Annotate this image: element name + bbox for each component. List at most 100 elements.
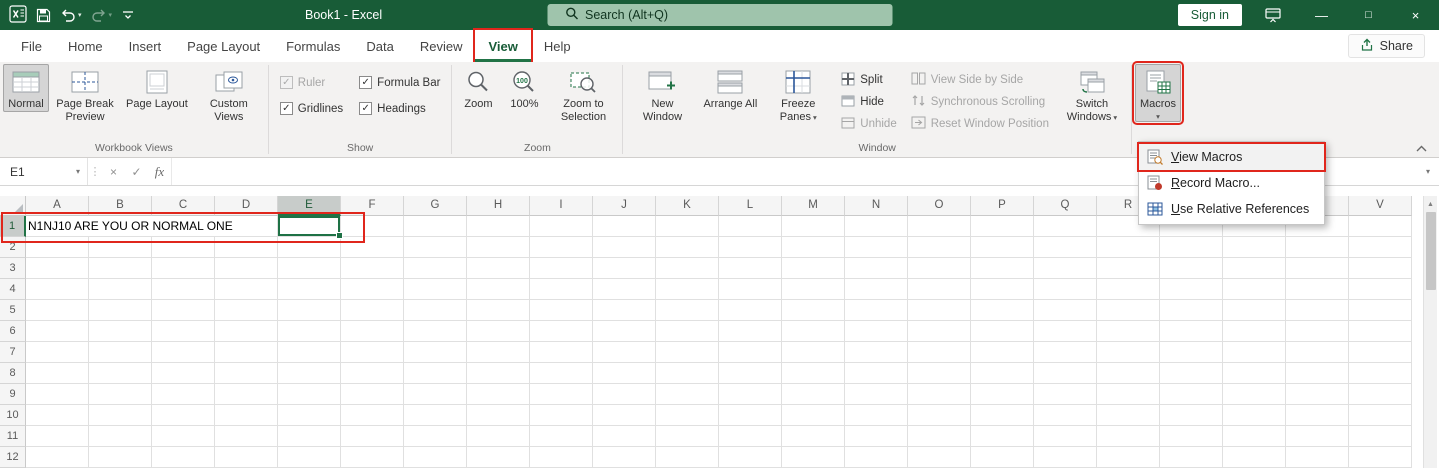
cell-B3[interactable] bbox=[89, 258, 152, 279]
row-header-1[interactable]: 1 bbox=[0, 216, 26, 237]
name-box-caret-icon[interactable]: ▾ bbox=[76, 167, 87, 176]
cell-B2[interactable] bbox=[89, 237, 152, 258]
cell-J1[interactable] bbox=[593, 216, 656, 237]
cell-U2[interactable] bbox=[1286, 237, 1349, 258]
cell-J4[interactable] bbox=[593, 279, 656, 300]
cell-Q9[interactable] bbox=[1034, 384, 1097, 405]
cell-C8[interactable] bbox=[152, 363, 215, 384]
cell-M1[interactable] bbox=[782, 216, 845, 237]
cell-D7[interactable] bbox=[215, 342, 278, 363]
column-header-M[interactable]: M bbox=[782, 196, 845, 216]
cell-V4[interactable] bbox=[1349, 279, 1412, 300]
cell-H11[interactable] bbox=[467, 426, 530, 447]
cell-K8[interactable] bbox=[656, 363, 719, 384]
column-header-F[interactable]: F bbox=[341, 196, 404, 216]
cell-F11[interactable] bbox=[341, 426, 404, 447]
cell-Q11[interactable] bbox=[1034, 426, 1097, 447]
cell-D12[interactable] bbox=[215, 447, 278, 468]
column-header-I[interactable]: I bbox=[530, 196, 593, 216]
cell-N11[interactable] bbox=[845, 426, 908, 447]
tab-file[interactable]: File bbox=[8, 30, 55, 62]
cell-Q6[interactable] bbox=[1034, 321, 1097, 342]
cell-F10[interactable] bbox=[341, 405, 404, 426]
cell-P2[interactable] bbox=[971, 237, 1034, 258]
cell-E2[interactable] bbox=[278, 237, 341, 258]
cell-K7[interactable] bbox=[656, 342, 719, 363]
vertical-scrollbar[interactable]: ▲ bbox=[1423, 196, 1437, 468]
cell-F8[interactable] bbox=[341, 363, 404, 384]
cell-V6[interactable] bbox=[1349, 321, 1412, 342]
cell-A1[interactable]: N1NJ10 ARE YOU OR NORMAL ONE bbox=[26, 216, 236, 237]
cell-B12[interactable] bbox=[89, 447, 152, 468]
cell-V2[interactable] bbox=[1349, 237, 1412, 258]
cell-H5[interactable] bbox=[467, 300, 530, 321]
cell-C2[interactable] bbox=[152, 237, 215, 258]
cell-F7[interactable] bbox=[341, 342, 404, 363]
tab-home[interactable]: Home bbox=[55, 30, 116, 62]
cell-D11[interactable] bbox=[215, 426, 278, 447]
cell-Q4[interactable] bbox=[1034, 279, 1097, 300]
cell-M4[interactable] bbox=[782, 279, 845, 300]
cell-F4[interactable] bbox=[341, 279, 404, 300]
cell-O6[interactable] bbox=[908, 321, 971, 342]
cell-B9[interactable] bbox=[89, 384, 152, 405]
save-button[interactable] bbox=[36, 8, 51, 23]
cell-K2[interactable] bbox=[656, 237, 719, 258]
cell-I11[interactable] bbox=[530, 426, 593, 447]
cell-A2[interactable] bbox=[26, 237, 89, 258]
cell-K6[interactable] bbox=[656, 321, 719, 342]
cell-E7[interactable] bbox=[278, 342, 341, 363]
macros-button[interactable]: Macros ▾ bbox=[1131, 61, 1185, 125]
cell-H8[interactable] bbox=[467, 363, 530, 384]
checkbox-headings[interactable]: ✓ Headings bbox=[359, 102, 440, 115]
cell-P3[interactable] bbox=[971, 258, 1034, 279]
cell-J2[interactable] bbox=[593, 237, 656, 258]
column-header-C[interactable]: C bbox=[152, 196, 215, 216]
cell-Q12[interactable] bbox=[1034, 447, 1097, 468]
cell-L10[interactable] bbox=[719, 405, 782, 426]
cell-P6[interactable] bbox=[971, 321, 1034, 342]
cell-T4[interactable] bbox=[1223, 279, 1286, 300]
cell-R3[interactable] bbox=[1097, 258, 1160, 279]
cell-A11[interactable] bbox=[26, 426, 89, 447]
cell-B4[interactable] bbox=[89, 279, 152, 300]
cell-I9[interactable] bbox=[530, 384, 593, 405]
cell-S11[interactable] bbox=[1160, 426, 1223, 447]
cell-K1[interactable] bbox=[656, 216, 719, 237]
cell-C11[interactable] bbox=[152, 426, 215, 447]
cell-H7[interactable] bbox=[467, 342, 530, 363]
cell-J8[interactable] bbox=[593, 363, 656, 384]
cell-V11[interactable] bbox=[1349, 426, 1412, 447]
formula-bar-expand-icon[interactable]: ▾ bbox=[1417, 158, 1439, 185]
cell-L5[interactable] bbox=[719, 300, 782, 321]
cell-T8[interactable] bbox=[1223, 363, 1286, 384]
cell-I1[interactable] bbox=[530, 216, 593, 237]
cell-P7[interactable] bbox=[971, 342, 1034, 363]
cell-O10[interactable] bbox=[908, 405, 971, 426]
cell-L8[interactable] bbox=[719, 363, 782, 384]
column-header-P[interactable]: P bbox=[971, 196, 1034, 216]
split-button[interactable]: Split bbox=[836, 69, 901, 91]
cell-J12[interactable] bbox=[593, 447, 656, 468]
cell-E1[interactable] bbox=[278, 216, 343, 239]
menu-item-record-macro[interactable]: Record Macro... bbox=[1139, 170, 1324, 196]
cell-B5[interactable] bbox=[89, 300, 152, 321]
cell-S9[interactable] bbox=[1160, 384, 1223, 405]
cell-E10[interactable] bbox=[278, 405, 341, 426]
checkbox-formula-bar[interactable]: ✓ Formula Bar bbox=[359, 76, 440, 89]
cell-H10[interactable] bbox=[467, 405, 530, 426]
minimize-button[interactable]: — bbox=[1298, 0, 1345, 30]
cell-J7[interactable] bbox=[593, 342, 656, 363]
column-header-K[interactable]: K bbox=[656, 196, 719, 216]
cell-V3[interactable] bbox=[1349, 258, 1412, 279]
scrollbar-thumb[interactable] bbox=[1425, 212, 1436, 290]
cell-B10[interactable] bbox=[89, 405, 152, 426]
cell-O1[interactable] bbox=[908, 216, 971, 237]
cell-R10[interactable] bbox=[1097, 405, 1160, 426]
cell-A3[interactable] bbox=[26, 258, 89, 279]
cell-R2[interactable] bbox=[1097, 237, 1160, 258]
cell-L11[interactable] bbox=[719, 426, 782, 447]
cell-L9[interactable] bbox=[719, 384, 782, 405]
cell-R4[interactable] bbox=[1097, 279, 1160, 300]
cell-S12[interactable] bbox=[1160, 447, 1223, 468]
